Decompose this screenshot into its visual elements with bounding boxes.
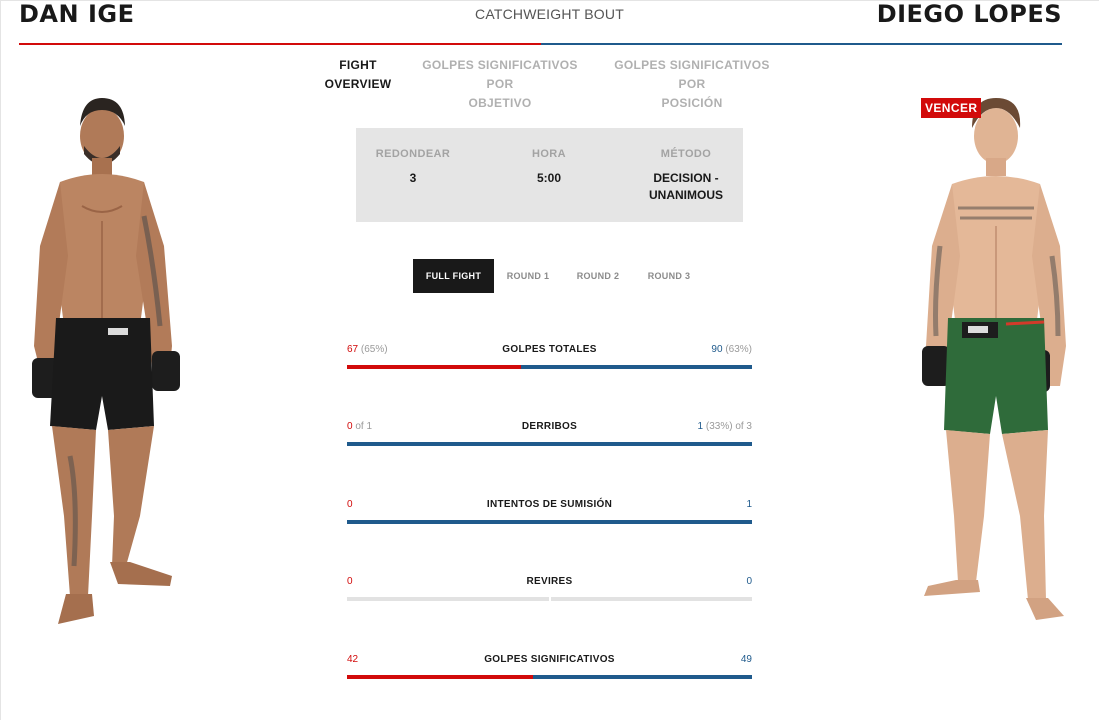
result-method: MÉTODO DECISION - UNANIMOUS bbox=[626, 146, 746, 204]
blue-corner-line bbox=[541, 43, 1062, 45]
tab-fight-overview[interactable]: FIGHT OVERVIEW bbox=[322, 56, 394, 94]
stat-row-reversals: 0 REVIRES 0 bbox=[347, 575, 752, 615]
result-method-label: MÉTODO bbox=[660, 148, 712, 160]
result-time-label: HORA bbox=[532, 148, 566, 160]
stat-blue-number: 1 bbox=[697, 421, 704, 432]
blue-fighter-name[interactable]: DIEGO LOPES bbox=[877, 0, 1062, 28]
red-fighter-photo[interactable] bbox=[22, 96, 190, 632]
stat-comparison-bar bbox=[347, 520, 752, 524]
tab-sig-strikes-by-position[interactable]: GOLPES SIGNIFICATIVOS POR POSICIÓN bbox=[605, 56, 779, 113]
stat-blue-value: 49 bbox=[741, 653, 752, 667]
stat-blue-detail: (33%) of 3 bbox=[705, 421, 752, 432]
stat-blue-detail: (63%) bbox=[725, 344, 752, 355]
round-tab-full-fight[interactable]: FULL FIGHT bbox=[413, 259, 494, 293]
stat-red-number: 42 bbox=[347, 654, 359, 665]
stat-blue-value: 0 bbox=[746, 575, 752, 589]
stat-red-detail: (65%) bbox=[360, 344, 388, 355]
tab-label-line1: GOLPES SIGNIFICATIVOS POR bbox=[422, 58, 578, 91]
stat-row-submission-attempts: 0 INTENTOS DE SUMISIÓN 1 bbox=[347, 498, 752, 538]
round-tab-2[interactable]: ROUND 2 bbox=[566, 259, 630, 293]
tab-label-line1: FIGHT bbox=[339, 58, 377, 72]
stat-label: GOLPES TOTALES bbox=[502, 344, 597, 355]
stat-comparison-bar bbox=[347, 442, 752, 446]
tab-label-line2: POSICIÓN bbox=[661, 96, 723, 110]
round-tab-1[interactable]: ROUND 1 bbox=[497, 259, 559, 293]
tab-label-line2: OVERVIEW bbox=[324, 77, 392, 91]
result-time-value: 5:00 bbox=[536, 171, 562, 185]
bar-red-fill bbox=[347, 365, 522, 369]
blue-fighter-photo[interactable] bbox=[910, 96, 1082, 632]
stat-red-value: 0 bbox=[347, 575, 353, 589]
stat-comparison-bar bbox=[347, 675, 752, 679]
tab-label-line1: GOLPES SIGNIFICATIVOS POR bbox=[614, 58, 770, 91]
stat-row-total-strikes: 67 (65%) GOLPES TOTALES 90 (63%) bbox=[347, 343, 752, 383]
stat-red-number: 0 bbox=[347, 499, 353, 510]
stat-blue-value: 90 (63%) bbox=[711, 343, 752, 357]
bar-red-fill bbox=[347, 675, 534, 679]
stat-row-significant-strikes: 42 GOLPES SIGNIFICATIVOS 49 bbox=[347, 653, 752, 693]
stat-label: GOLPES SIGNIFICATIVOS bbox=[484, 654, 615, 665]
fight-result-box: REDONDEAR 3 HORA 5:00 MÉTODO DECISION - … bbox=[356, 128, 743, 222]
stat-blue-number: 90 bbox=[711, 344, 723, 355]
bar-blue-fill bbox=[347, 520, 752, 524]
stat-red-detail: of 1 bbox=[355, 421, 373, 432]
bar-blue-fill bbox=[347, 442, 752, 446]
bar-blue-fill bbox=[521, 365, 752, 369]
stat-red-value: 0 of 1 bbox=[347, 420, 372, 434]
stat-red-value: 67 (65%) bbox=[347, 343, 388, 357]
stat-comparison-bar bbox=[347, 597, 752, 601]
red-corner-line bbox=[19, 43, 541, 45]
stat-label: REVIRES bbox=[526, 576, 573, 587]
result-time: HORA 5:00 bbox=[489, 146, 609, 187]
stat-red-number: 67 bbox=[347, 344, 359, 355]
result-round-label: REDONDEAR bbox=[375, 148, 451, 160]
bar-blue-fill bbox=[533, 675, 752, 679]
stat-row-takedowns: 0 of 1 DERRIBOS 1 (33%) of 3 bbox=[347, 420, 752, 460]
round-tab-3[interactable]: ROUND 3 bbox=[637, 259, 701, 293]
bar-empty-blue bbox=[550, 597, 752, 601]
stat-red-value: 42 bbox=[347, 653, 358, 667]
stat-label: INTENTOS DE SUMISIÓN bbox=[486, 499, 613, 510]
result-round: REDONDEAR 3 bbox=[353, 146, 473, 187]
result-method-value: DECISION - UNANIMOUS bbox=[626, 170, 746, 204]
stat-blue-number: 0 bbox=[746, 576, 752, 587]
bar-empty-red bbox=[347, 597, 549, 601]
stat-red-value: 0 bbox=[347, 498, 353, 512]
stat-blue-value: 1 (33%) of 3 bbox=[698, 420, 752, 434]
stat-red-number: 0 bbox=[347, 576, 353, 587]
tab-label-line2: OBJETIVO bbox=[468, 96, 532, 110]
method-line1: DECISION - bbox=[653, 171, 719, 185]
stat-blue-number: 49 bbox=[740, 654, 752, 665]
tab-sig-strikes-by-target[interactable]: GOLPES SIGNIFICATIVOS POR OBJETIVO bbox=[412, 56, 588, 113]
stat-label: DERRIBOS bbox=[521, 421, 578, 432]
winner-badge: VENCER bbox=[921, 98, 982, 118]
stat-comparison-bar bbox=[347, 365, 752, 369]
stat-red-number: 0 bbox=[347, 421, 353, 432]
method-line2: UNANIMOUS bbox=[649, 188, 723, 202]
stat-blue-number: 1 bbox=[746, 499, 752, 510]
result-round-value: 3 bbox=[409, 171, 417, 185]
stat-blue-value: 1 bbox=[746, 498, 752, 512]
page-left-border bbox=[0, 0, 1, 720]
